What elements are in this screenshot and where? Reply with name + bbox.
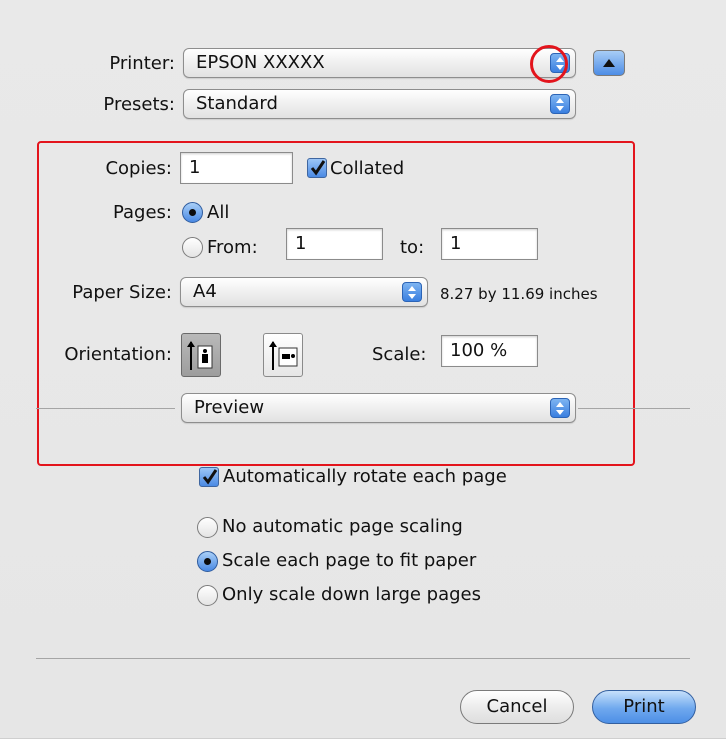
popup-arrows-icon <box>402 282 422 302</box>
scaling-option-label: No automatic page scaling <box>222 516 463 537</box>
pages-all-radio[interactable] <box>182 202 203 223</box>
presets-label: Presets: <box>103 94 175 115</box>
printer-popup[interactable]: EPSON XXXXX <box>183 48 576 78</box>
auto-rotate-checkbox[interactable] <box>199 467 219 487</box>
separator-line <box>36 658 690 659</box>
scale-field[interactable]: 100 % <box>441 335 538 367</box>
pages-label: Pages: <box>112 202 172 223</box>
orientation-label: Orientation: <box>64 344 172 365</box>
pages-all-label: All <box>207 202 230 223</box>
pages-from-radio[interactable] <box>182 237 203 258</box>
checkmark-icon <box>310 160 326 176</box>
scaling-option-radio[interactable] <box>197 517 218 538</box>
copies-field[interactable]: 1 <box>180 152 293 184</box>
orientation-portrait-button[interactable] <box>181 333 221 377</box>
scaling-option-radio[interactable] <box>197 551 218 572</box>
section-popup-value: Preview <box>194 397 265 418</box>
pages-from-label: From: <box>207 237 258 258</box>
scaling-option-radio[interactable] <box>197 585 218 606</box>
disclosure-button[interactable] <box>593 50 625 76</box>
auto-rotate-label: Automatically rotate each page <box>223 466 507 487</box>
checkmark-icon <box>202 469 218 485</box>
paper-size-label: Paper Size: <box>72 282 172 303</box>
popup-arrows-icon <box>550 94 570 114</box>
scaling-option-label: Only scale down large pages <box>222 584 482 605</box>
presets-popup-value: Standard <box>196 93 278 114</box>
highlight-circle <box>530 45 568 83</box>
portrait-orientation-icon <box>187 341 213 370</box>
presets-popup[interactable]: Standard <box>183 89 576 119</box>
printer-popup-value: EPSON XXXXX <box>196 52 325 73</box>
popup-arrows-icon <box>550 398 570 418</box>
scale-label: Scale: <box>372 344 427 365</box>
pages-to-field[interactable]: 1 <box>441 228 538 260</box>
print-dialog: Printer: EPSON XXXXX Presets: Standard C… <box>0 0 726 739</box>
separator-line <box>578 408 690 409</box>
paper-size-popup[interactable]: A4 <box>180 277 428 307</box>
copies-label: Copies: <box>105 158 172 179</box>
scaling-option-label: Scale each page to fit paper <box>222 550 477 571</box>
printer-label: Printer: <box>109 53 175 74</box>
paper-size-popup-value: A4 <box>193 281 217 302</box>
collated-checkbox[interactable] <box>307 158 327 178</box>
cancel-button[interactable]: Cancel <box>460 690 574 724</box>
triangle-up-icon <box>603 59 615 67</box>
pages-to-label: to: <box>400 237 425 258</box>
pages-from-field[interactable]: 1 <box>286 228 383 260</box>
landscape-orientation-icon <box>269 341 298 370</box>
section-popup[interactable]: Preview <box>181 393 576 423</box>
separator-line <box>36 408 175 409</box>
orientation-landscape-button[interactable] <box>263 333 303 377</box>
collated-label: Collated <box>330 158 405 179</box>
print-button[interactable]: Print <box>592 690 696 724</box>
paper-dimensions: 8.27 by 11.69 inches <box>440 285 598 303</box>
